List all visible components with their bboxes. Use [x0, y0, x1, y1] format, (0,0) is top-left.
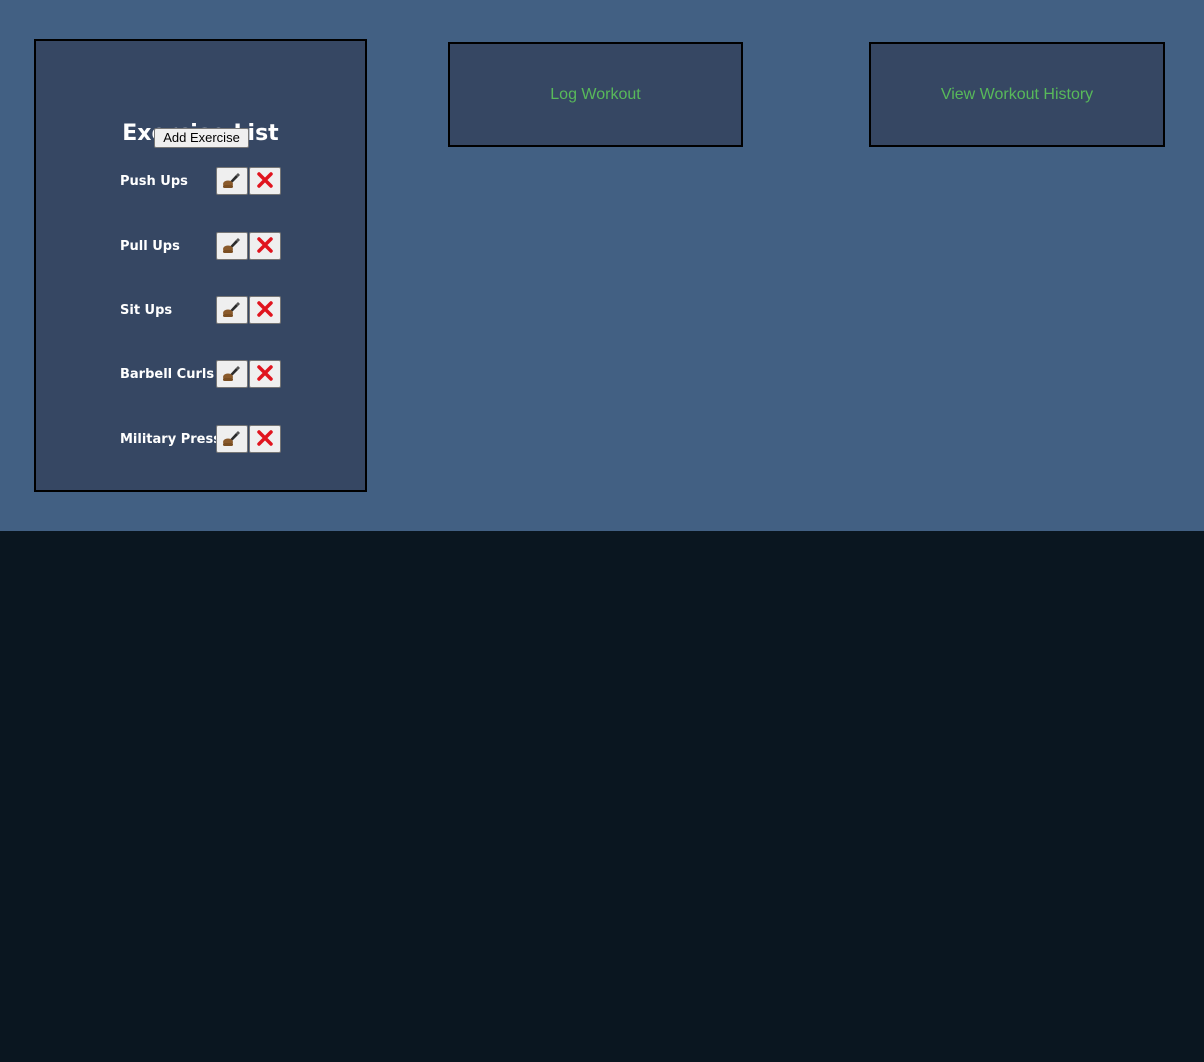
- writing-hand-icon: [222, 429, 242, 450]
- cross-mark-icon: [256, 429, 274, 450]
- view-workout-history-label: View Workout History: [940, 85, 1094, 103]
- delete-button[interactable]: [249, 296, 281, 324]
- writing-hand-icon: [222, 236, 242, 257]
- exercise-name: Barbell Curls: [120, 367, 215, 382]
- cross-mark-icon: [256, 171, 274, 192]
- delete-button[interactable]: [249, 232, 281, 260]
- exercise-row: Pull Ups: [120, 232, 320, 262]
- writing-hand-icon: [222, 171, 242, 192]
- exercise-name: Sit Ups: [120, 303, 173, 318]
- log-workout-link[interactable]: Log Workout: [448, 42, 743, 147]
- log-workout-label: Log Workout: [550, 85, 641, 103]
- delete-button[interactable]: [249, 360, 281, 388]
- writing-hand-icon: [222, 364, 242, 385]
- cross-mark-icon: [256, 364, 274, 385]
- exercise-row: Sit Ups: [120, 296, 320, 326]
- writing-hand-icon: [222, 300, 242, 321]
- exercise-row: Push Ups: [120, 167, 320, 197]
- edit-button[interactable]: [216, 167, 248, 195]
- exercise-row: Barbell Curls: [120, 360, 320, 390]
- top-area: Exercise List Add Exercise Push Ups Pull…: [0, 0, 1204, 531]
- edit-button[interactable]: [216, 232, 248, 260]
- exercise-name: Military Press: [120, 432, 221, 447]
- add-exercise-button[interactable]: Add Exercise: [154, 128, 249, 148]
- edit-button[interactable]: [216, 360, 248, 388]
- exercise-list-panel: Exercise List Add Exercise Push Ups Pull…: [34, 39, 367, 492]
- edit-button[interactable]: [216, 425, 248, 453]
- cross-mark-icon: [256, 300, 274, 321]
- edit-button[interactable]: [216, 296, 248, 324]
- cross-mark-icon: [256, 236, 274, 257]
- view-workout-history-link[interactable]: View Workout History: [869, 42, 1165, 147]
- delete-button[interactable]: [249, 425, 281, 453]
- delete-button[interactable]: [249, 167, 281, 195]
- exercise-row: Military Press: [120, 425, 320, 455]
- exercise-name: Pull Ups: [120, 239, 180, 254]
- exercise-name: Push Ups: [120, 174, 188, 189]
